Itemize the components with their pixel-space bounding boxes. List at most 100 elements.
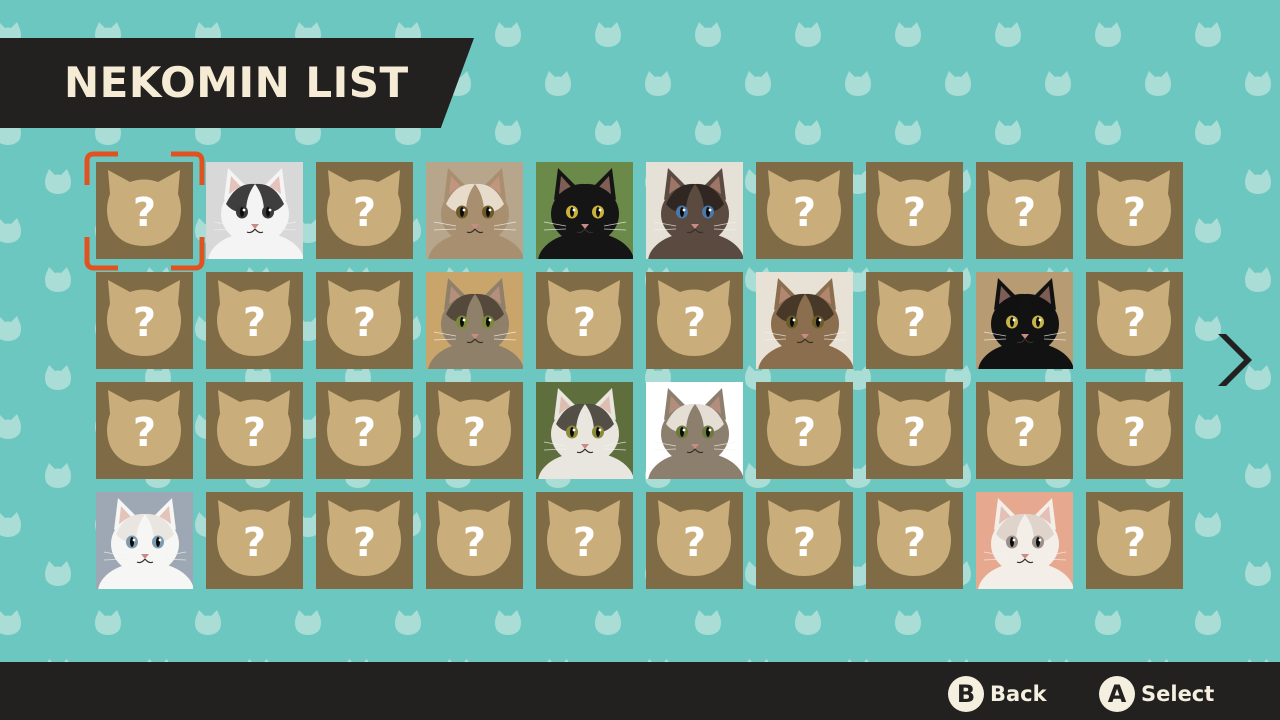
- nekomin-tile[interactable]: [536, 382, 633, 479]
- unknown-cat-icon: ?: [437, 390, 511, 466]
- nekomin-tile[interactable]: [426, 162, 523, 259]
- unknown-cat-icon: ?: [657, 500, 731, 576]
- black-cat-lying-photo: [536, 162, 633, 259]
- black-cat-in-box-photo: [976, 272, 1073, 369]
- unknown-nekomin-tile[interactable]: ?: [206, 272, 303, 369]
- unknown-cat-icon: ?: [107, 170, 181, 246]
- unknown-question-mark: ?: [903, 520, 926, 566]
- a-button-icon: A: [1099, 676, 1135, 712]
- page-title: NEKOMIN LIST: [64, 58, 409, 107]
- unknown-nekomin-tile[interactable]: ?: [536, 492, 633, 589]
- unknown-nekomin-tile[interactable]: ?: [316, 272, 413, 369]
- unknown-nekomin-tile[interactable]: ?: [646, 492, 743, 589]
- unknown-nekomin-tile[interactable]: ?: [426, 382, 523, 479]
- unknown-nekomin-tile[interactable]: ?: [96, 382, 193, 479]
- unknown-question-mark: ?: [793, 520, 816, 566]
- unknown-cat-icon: ?: [1097, 170, 1171, 246]
- unknown-nekomin-tile[interactable]: ?: [866, 272, 963, 369]
- unknown-cat-icon: ?: [327, 390, 401, 466]
- unknown-nekomin-tile[interactable]: ?: [1086, 162, 1183, 259]
- unknown-nekomin-tile[interactable]: ?: [426, 492, 523, 589]
- unknown-question-mark: ?: [243, 520, 266, 566]
- unknown-cat-icon: ?: [1097, 390, 1171, 466]
- unknown-question-mark: ?: [903, 300, 926, 346]
- nekomin-tile[interactable]: [976, 492, 1073, 589]
- unknown-cat-icon: ?: [107, 280, 181, 356]
- unknown-question-mark: ?: [353, 520, 376, 566]
- unknown-question-mark: ?: [793, 190, 816, 236]
- unknown-nekomin-tile[interactable]: ?: [866, 492, 963, 589]
- unknown-nekomin-tile[interactable]: ?: [756, 162, 853, 259]
- nekomin-tile[interactable]: [206, 162, 303, 259]
- unknown-question-mark: ?: [1123, 190, 1146, 236]
- select-label: Select: [1141, 682, 1215, 706]
- unknown-nekomin-tile[interactable]: ?: [1086, 382, 1183, 479]
- unknown-question-mark: ?: [133, 300, 156, 346]
- unknown-cat-icon: ?: [1097, 280, 1171, 356]
- unknown-nekomin-tile[interactable]: ?: [866, 162, 963, 259]
- nekomin-tile[interactable]: [536, 162, 633, 259]
- unknown-cat-icon: ?: [767, 390, 841, 466]
- unknown-question-mark: ?: [133, 190, 156, 236]
- tabby-cat-photo: [426, 272, 523, 369]
- unknown-nekomin-tile[interactable]: ?: [206, 492, 303, 589]
- unknown-cat-icon: ?: [877, 280, 951, 356]
- unknown-nekomin-tile[interactable]: ?: [756, 492, 853, 589]
- unknown-cat-icon: ?: [107, 390, 181, 466]
- unknown-question-mark: ?: [353, 410, 376, 456]
- nekomin-tile[interactable]: [976, 272, 1073, 369]
- unknown-cat-icon: ?: [547, 280, 621, 356]
- unknown-nekomin-tile[interactable]: ?: [976, 382, 1073, 479]
- unknown-cat-icon: ?: [217, 390, 291, 466]
- unknown-question-mark: ?: [243, 300, 266, 346]
- unknown-question-mark: ?: [903, 190, 926, 236]
- nekomin-tile[interactable]: [96, 492, 193, 589]
- unknown-nekomin-tile[interactable]: ?: [866, 382, 963, 479]
- unknown-cat-icon: ?: [327, 280, 401, 356]
- unknown-cat-icon: ?: [1097, 500, 1171, 576]
- black-and-white-cat-photo: [206, 162, 303, 259]
- nekomin-tile[interactable]: [426, 272, 523, 369]
- title-banner: NEKOMIN LIST: [0, 38, 474, 128]
- nekomin-tile[interactable]: [646, 382, 743, 479]
- tabby-cat-looking-up-photo: [756, 272, 853, 369]
- white-cat-photo: [96, 492, 193, 589]
- sleeping-white-kitten-photo: [976, 492, 1073, 589]
- unknown-question-mark: ?: [1123, 300, 1146, 346]
- unknown-question-mark: ?: [793, 410, 816, 456]
- select-button[interactable]: A Select: [1099, 676, 1214, 712]
- unknown-nekomin-tile[interactable]: ?: [96, 162, 193, 259]
- nekomin-tile[interactable]: [646, 162, 743, 259]
- unknown-cat-icon: ?: [877, 390, 951, 466]
- unknown-cat-icon: ?: [657, 280, 731, 356]
- b-button-icon: B: [948, 676, 984, 712]
- unknown-question-mark: ?: [353, 190, 376, 236]
- unknown-cat-icon: ?: [987, 170, 1061, 246]
- unknown-nekomin-tile[interactable]: ?: [316, 492, 413, 589]
- unknown-question-mark: ?: [1013, 190, 1036, 236]
- unknown-question-mark: ?: [683, 300, 706, 346]
- unknown-nekomin-tile[interactable]: ?: [976, 162, 1073, 259]
- unknown-nekomin-tile[interactable]: ?: [646, 272, 743, 369]
- unknown-question-mark: ?: [683, 520, 706, 566]
- unknown-nekomin-tile[interactable]: ?: [96, 272, 193, 369]
- unknown-nekomin-tile[interactable]: ?: [1086, 272, 1183, 369]
- fluffy-long-haired-cat-photo: [426, 162, 523, 259]
- unknown-question-mark: ?: [243, 410, 266, 456]
- tabby-and-white-cat-photo: [536, 382, 633, 479]
- next-page-chevron-right-icon[interactable]: [1212, 330, 1252, 390]
- unknown-cat-icon: ?: [987, 390, 1061, 466]
- nekomin-tile[interactable]: [756, 272, 853, 369]
- unknown-cat-icon: ?: [327, 500, 401, 576]
- unknown-nekomin-tile[interactable]: ?: [316, 162, 413, 259]
- unknown-nekomin-tile[interactable]: ?: [756, 382, 853, 479]
- unknown-question-mark: ?: [463, 520, 486, 566]
- unknown-question-mark: ?: [903, 410, 926, 456]
- unknown-nekomin-tile[interactable]: ?: [316, 382, 413, 479]
- unknown-question-mark: ?: [1123, 410, 1146, 456]
- unknown-nekomin-tile[interactable]: ?: [1086, 492, 1183, 589]
- unknown-cat-icon: ?: [217, 280, 291, 356]
- back-button[interactable]: B Back: [948, 676, 1047, 712]
- unknown-nekomin-tile[interactable]: ?: [536, 272, 633, 369]
- unknown-nekomin-tile[interactable]: ?: [206, 382, 303, 479]
